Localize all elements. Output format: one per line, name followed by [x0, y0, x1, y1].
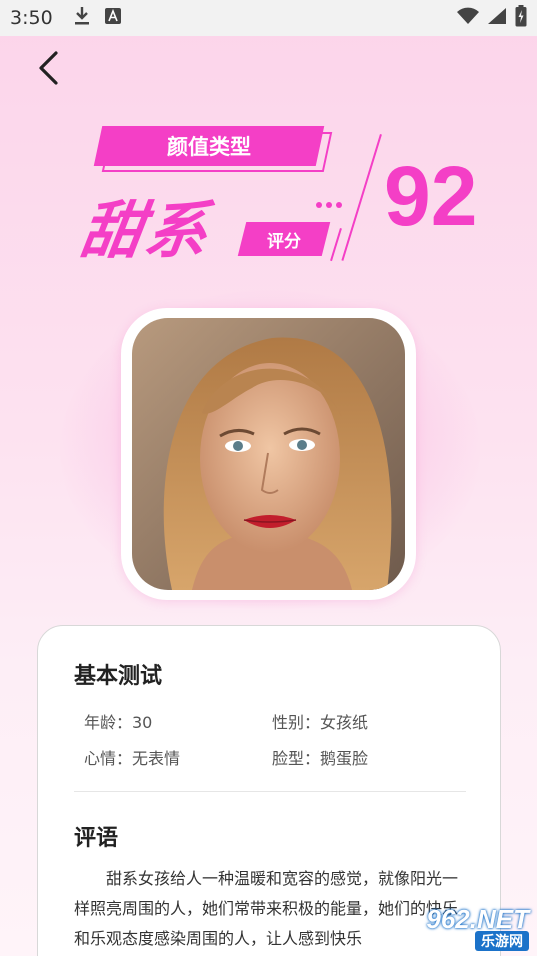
comment-title: 评语 — [74, 826, 119, 851]
signal-icon — [487, 7, 507, 29]
site-watermark: 962.NET 乐游网 — [397, 904, 529, 954]
divider-slash-short — [330, 228, 342, 262]
chevron-left-icon — [37, 51, 59, 89]
back-button[interactable] — [30, 50, 66, 90]
battery-icon — [515, 5, 527, 31]
status-time: 3:50 — [10, 7, 53, 29]
gender-info: 性别：女孩纸 — [272, 713, 369, 732]
wifi-icon — [457, 7, 479, 29]
card-divider — [74, 791, 466, 792]
divider-slash-long — [341, 134, 382, 261]
decor-dots — [316, 202, 342, 208]
status-bar: 3:50 — [0, 0, 537, 36]
age-info: 年龄：30 — [84, 713, 153, 732]
watermark-site-name: 乐游网 — [475, 931, 529, 951]
mood-info: 心情：无表情 — [84, 749, 181, 768]
download-icon — [73, 6, 91, 30]
result-header: 颜值类型 甜系 评分 92 — [0, 110, 537, 280]
font-a-icon — [104, 8, 121, 28]
face-shape-info: 脸型：鹅蛋脸 — [272, 749, 369, 768]
type-value: 甜系 — [76, 194, 215, 267]
face-photo — [132, 318, 405, 590]
type-label: 颜值类型 — [167, 135, 251, 159]
score-value: 92 — [384, 149, 478, 243]
score-label: 评分 — [267, 231, 301, 252]
basic-test-title: 基本测试 — [74, 664, 163, 689]
